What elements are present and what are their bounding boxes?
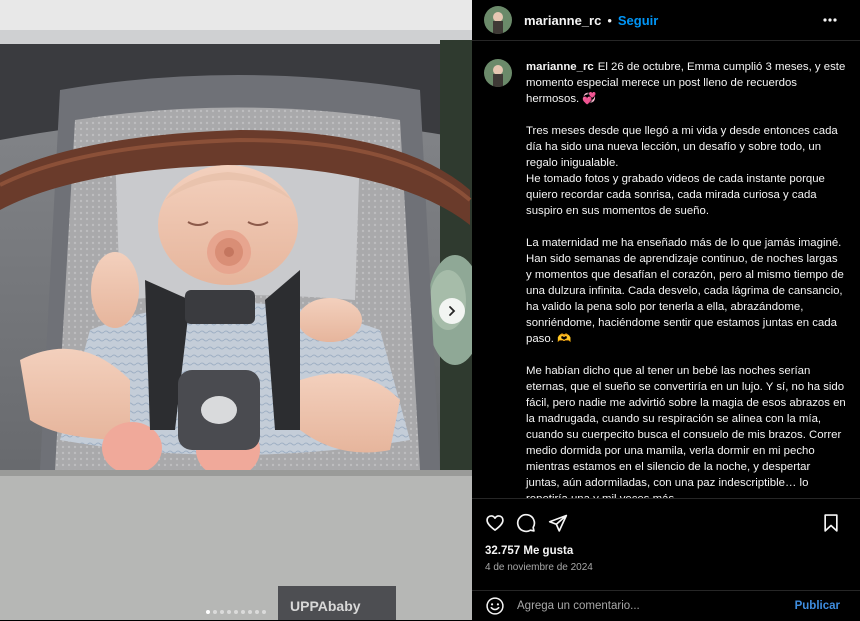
chevron-right-icon — [449, 306, 456, 316]
more-options-icon[interactable] — [822, 13, 838, 27]
carousel-dot — [248, 610, 252, 614]
carousel-indicator — [0, 610, 472, 614]
carousel-dot — [206, 610, 210, 614]
post-header: marianne_rc • Seguir — [472, 0, 860, 41]
caption-paragraph: Tres meses desde que llegó a mi vida y d… — [526, 125, 838, 217]
action-bar — [472, 498, 860, 547]
publish-button[interactable]: Publicar — [795, 600, 840, 612]
caption-text: marianne_rc El 26 de octubre, Emma cumpli… — [526, 59, 846, 498]
follow-button[interactable]: Seguir — [618, 13, 658, 28]
carousel-dot — [213, 610, 217, 614]
likes-count[interactable]: 32.757 Me gusta — [485, 545, 573, 557]
caption-username[interactable]: marianne_rc — [526, 61, 594, 73]
avatar[interactable] — [484, 6, 512, 34]
caption-area[interactable]: marianne_rc El 26 de octubre, Emma cumpli… — [472, 41, 860, 498]
next-photo-button[interactable] — [439, 298, 465, 324]
carousel-dot — [241, 610, 245, 614]
share-icon[interactable] — [548, 513, 568, 533]
caption-row: marianne_rc El 26 de octubre, Emma cumpli… — [472, 41, 860, 498]
carousel-dot — [234, 610, 238, 614]
post-photo[interactable]: UPPAbaby — [0, 0, 472, 620]
heart-icon[interactable] — [485, 513, 505, 533]
caption-paragraph: La maternidad me ha enseñado más de lo q… — [526, 237, 844, 345]
post-date[interactable]: 4 de noviembre de 2024 — [485, 562, 593, 573]
baby-in-car-seat-photo: UPPAbaby — [0, 0, 472, 620]
instagram-post: UPPAbaby marianne_rc • Seguir marianne_r… — [0, 0, 860, 620]
comment-bar: Publicar — [472, 590, 860, 621]
bookmark-icon[interactable] — [821, 513, 841, 533]
carousel-dot — [255, 610, 259, 614]
comment-icon[interactable] — [516, 513, 536, 533]
caption-paragraph: Me habían dicho que al tener un bebé las… — [526, 365, 846, 498]
caption-avatar[interactable] — [484, 59, 512, 87]
carousel-dot — [220, 610, 224, 614]
emoji-icon[interactable] — [485, 596, 505, 616]
comment-input[interactable] — [517, 600, 782, 612]
carousel-dot — [262, 610, 266, 614]
caption-paragraph: marianne_rc El 26 de octubre, Emma cumpli… — [526, 59, 846, 107]
carousel-dot — [227, 610, 231, 614]
post-side-panel: marianne_rc • Seguir marianne_rc El 26 d… — [472, 0, 860, 620]
separator-dot: • — [607, 12, 612, 28]
username[interactable]: marianne_rc — [524, 13, 601, 28]
